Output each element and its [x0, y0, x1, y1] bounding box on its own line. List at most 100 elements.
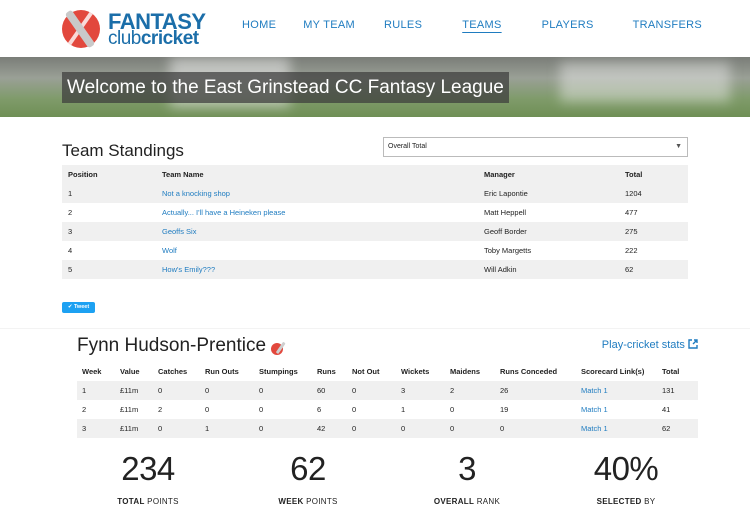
maidens-cell: 0 [445, 419, 495, 438]
run-outs-cell: 0 [205, 405, 210, 414]
caret-down-icon: ▼ [675, 143, 682, 150]
column-header: Run Outs [200, 362, 254, 381]
runs-cell: 60 [312, 381, 347, 400]
table-row: 2 Actually... I'll have a Heineken pleas… [62, 203, 688, 222]
manager-cell: Matt Heppell [484, 208, 527, 217]
scorecard-link[interactable]: Match 1 [576, 400, 657, 419]
column-header: Position [62, 165, 156, 184]
team-name-link[interactable]: Wolf [156, 241, 478, 260]
player-section: Fynn Hudson-Prentice Play-cricket stats … [0, 329, 750, 525]
column-header: Manager [478, 165, 619, 184]
team-standings-section: Team Standings Overall Total ▼ Position … [0, 117, 750, 328]
week-points-stat: 62 WEEK POINTS [238, 449, 378, 506]
standings-filter-select[interactable]: Overall Total ▼ [383, 137, 688, 157]
position-cell: 4 [68, 246, 73, 255]
site-logo[interactable]: FANTASY clubcricket [62, 8, 212, 50]
catches-cell: 0 [153, 419, 200, 438]
column-header: Runs [312, 362, 347, 381]
external-link-icon [688, 339, 698, 349]
maidens-cell: 0 [450, 405, 455, 414]
banner-photo-highlight [560, 62, 730, 102]
total-cell: 62 [657, 419, 698, 438]
week-cell: 3 [77, 419, 115, 438]
main-nav: HOME MY TEAM RULES TEAMS PLAYERS TRANSFE… [242, 19, 702, 31]
catches-cell: 0 [153, 381, 200, 400]
player-name: Fynn Hudson-Prentice [77, 335, 267, 356]
total-cell: 1204 [619, 184, 688, 203]
stat-value: 62 [290, 450, 326, 487]
stat-value: 3 [458, 450, 476, 487]
table-row: 3 Geoffs Six Geoff Border 275 [62, 222, 688, 241]
play-cricket-stats-link[interactable]: Play-cricket stats [602, 339, 698, 351]
column-header: Stumpings [254, 362, 312, 381]
runs-conceded-cell: 26 [495, 381, 576, 400]
stat-label: OVERALL RANK [433, 497, 501, 506]
not-out-cell: 0 [352, 405, 357, 414]
runs-conceded-cell: 19 [500, 405, 509, 414]
column-header: Value [115, 362, 153, 381]
total-cell: 41 [662, 405, 671, 414]
tweet-button[interactable]: ✔ Tweet [62, 302, 95, 313]
week-cell: 2 [82, 405, 87, 414]
nav-rules[interactable]: RULES [384, 19, 422, 31]
week-cell: 1 [77, 381, 115, 400]
nav-my-team[interactable]: MY TEAM [303, 19, 355, 31]
nav-home[interactable]: HOME [242, 19, 276, 31]
column-header: Catches [153, 362, 200, 381]
table-header-row: Position Team Name Manager Total [62, 165, 688, 184]
manager-cell: Geoff Border [478, 222, 619, 241]
scorecard-link[interactable]: Match 1 [576, 381, 657, 400]
column-header: Team Name [156, 165, 478, 184]
table-row: 1 Not a knocking shop Eric Lapontie 1204 [62, 184, 688, 203]
column-header: Total [657, 362, 698, 381]
value-cell: £11m [120, 405, 139, 414]
player-weekly-table: Week Value Catches Run Outs Stumpings Ru… [77, 362, 698, 438]
table-header-row: Week Value Catches Run Outs Stumpings Ru… [77, 362, 698, 381]
column-header: Week [77, 362, 115, 381]
position-cell: 3 [62, 222, 156, 241]
hero-banner: Welcome to the East Grinstead CC Fantasy… [0, 57, 750, 117]
manager-cell: Will Adkin [478, 260, 619, 279]
nav-players[interactable]: PLAYERS [542, 19, 594, 31]
nav-transfers[interactable]: TRANSFERS [633, 19, 702, 31]
stat-label: SELECTED BY [596, 497, 656, 506]
stat-value: 234 [121, 450, 175, 487]
manager-cell: Eric Lapontie [478, 184, 619, 203]
wickets-cell: 3 [396, 381, 445, 400]
team-name-link[interactable]: Actually... I'll have a Heineken please [156, 203, 478, 222]
runs-cell: 6 [317, 405, 322, 414]
stat-label: WEEK POINTS [278, 497, 338, 506]
column-header: Not Out [347, 362, 396, 381]
nav-teams[interactable]: TEAMS [462, 19, 501, 31]
run-outs-cell: 1 [200, 419, 254, 438]
table-row: 2 £11m 2 0 0 6 0 1 0 19 Match 1 41 [77, 400, 698, 419]
runs-conceded-cell: 0 [495, 419, 576, 438]
position-cell: 2 [68, 208, 73, 217]
wickets-cell: 0 [396, 419, 445, 438]
run-outs-cell: 0 [200, 381, 254, 400]
table-row: 5 How's Emily??? Will Adkin 62 [62, 260, 688, 279]
column-header: Scorecard Link(s) [576, 362, 657, 381]
total-cell: 131 [657, 381, 698, 400]
value-cell: £11m [115, 381, 153, 400]
not-out-cell: 0 [347, 381, 396, 400]
banner-title: Welcome to the East Grinstead CC Fantasy… [62, 72, 509, 103]
stumpings-cell: 0 [254, 419, 312, 438]
stat-label: TOTAL POINTS [117, 497, 179, 506]
stat-value: 40% [593, 450, 659, 487]
standings-table: Position Team Name Manager Total 1 Not a… [62, 165, 688, 279]
scorecard-link[interactable]: Match 1 [576, 419, 657, 438]
team-name-link[interactable]: Geoffs Six [156, 222, 478, 241]
total-cell: 62 [619, 260, 688, 279]
site-header: FANTASY clubcricket HOME MY TEAM RULES T… [0, 0, 750, 57]
total-points-stat: 234 TOTAL POINTS [78, 449, 218, 506]
logo-text-clubcricket: clubcricket [108, 28, 199, 49]
value-cell: £11m [115, 419, 153, 438]
total-cell: 222 [625, 246, 638, 255]
catches-cell: 2 [158, 405, 163, 414]
table-row: 4 Wolf Toby Margetts 222 [62, 241, 688, 260]
team-name-link[interactable]: How's Emily??? [156, 260, 478, 279]
column-header: Runs Conceded [495, 362, 576, 381]
team-name-link[interactable]: Not a knocking shop [156, 184, 478, 203]
stumpings-cell: 0 [259, 405, 264, 414]
